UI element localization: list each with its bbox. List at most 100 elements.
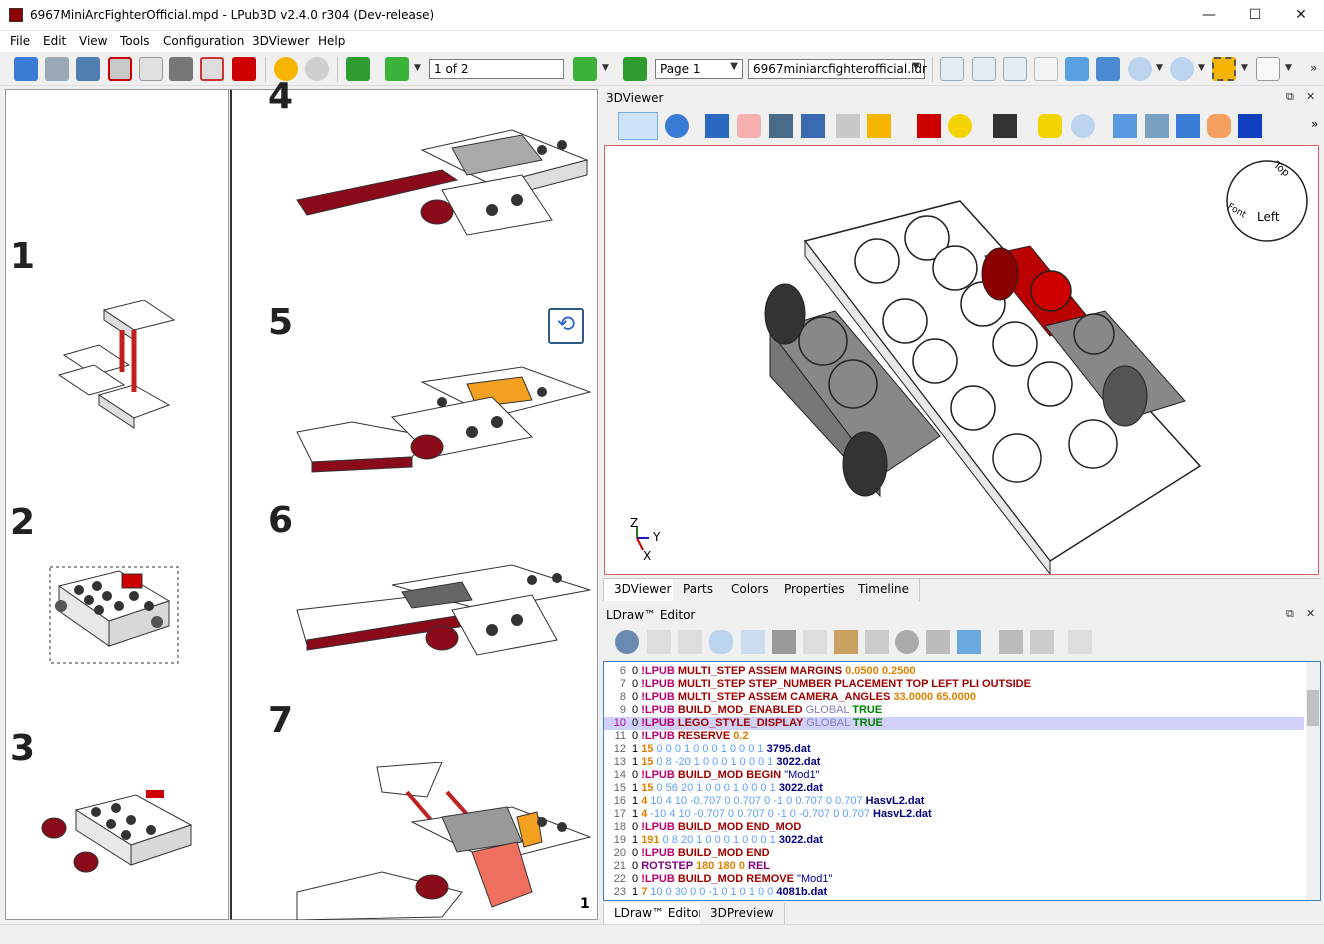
previous-page-icon[interactable] (385, 57, 409, 81)
tab-ldraw-editor[interactable]: LDraw™ Editor (603, 903, 715, 925)
insert-part-icon[interactable] (836, 114, 860, 138)
toolbar-overflow-icon[interactable]: » (1310, 61, 1317, 75)
copy-icon[interactable] (803, 630, 827, 654)
tab-3dviewer[interactable]: 3DViewer (603, 579, 683, 601)
first-page-icon[interactable] (346, 57, 370, 81)
eraser-icon[interactable] (737, 114, 761, 138)
pan-hand-icon[interactable] (1207, 114, 1231, 138)
editor-scrollbar-thumb[interactable] (1307, 690, 1319, 726)
orbit-icon[interactable] (1176, 114, 1200, 138)
close-button[interactable]: ✕ (1278, 0, 1324, 31)
select-tool-icon[interactable] (618, 112, 658, 140)
ruler-icon[interactable] (1256, 57, 1280, 81)
comment-icon[interactable] (709, 630, 733, 654)
step-5-assembly-image[interactable] (292, 362, 592, 492)
export-png-icon[interactable] (200, 57, 224, 81)
zoom-icon[interactable] (1071, 114, 1095, 138)
tab-colors[interactable]: Colors (721, 579, 780, 601)
tab-timeline[interactable]: Timeline (848, 579, 921, 601)
file-combo[interactable]: 6967miniarcfighterofficial.ldr ▼ (748, 59, 927, 79)
code-line[interactable]: 90 !LPUB BUILD_MOD_ENABLED GLOBAL TRUE (604, 704, 1304, 717)
part-icon[interactable] (1068, 630, 1092, 654)
camera-icon[interactable] (993, 114, 1017, 138)
open-icon[interactable] (14, 57, 38, 81)
fit-visible-icon[interactable] (972, 57, 996, 81)
remove-icon[interactable] (926, 630, 950, 654)
fit-view-icon[interactable] (1038, 114, 1062, 138)
rotate-icon[interactable]: ⟲ (548, 308, 584, 344)
menu-tools[interactable]: Tools (120, 34, 150, 48)
fit-scene-icon[interactable] (1003, 57, 1027, 81)
menu-3dviewer[interactable]: 3DViewer (252, 34, 309, 48)
close-icon[interactable]: ✕ (1306, 90, 1315, 103)
download-icon[interactable] (678, 630, 702, 654)
chevron-down-icon[interactable]: ▼ (1198, 63, 1205, 73)
code-line[interactable]: 11 0 !LPUB RESERVE 0.2 (604, 730, 1304, 743)
step-6-assembly-image[interactable] (292, 550, 592, 670)
code-line[interactable]: 16 1 4 10 4 10 -0.707 0 0.707 0 -1 0 0.70… (604, 795, 1304, 808)
refresh-icon[interactable] (957, 630, 981, 654)
save-icon[interactable] (45, 57, 69, 81)
disable-icon[interactable] (895, 630, 919, 654)
step-2-assembly-image[interactable] (49, 566, 181, 666)
fit-width-icon[interactable] (940, 57, 964, 81)
find-icon[interactable] (865, 630, 889, 654)
preview-icon[interactable] (1030, 630, 1054, 654)
step-number[interactable]: 3 (10, 728, 35, 769)
light-icon[interactable] (948, 114, 972, 138)
code-line[interactable]: 21 0 ROTSTEP 180 180 0 REL (604, 860, 1304, 873)
print-icon[interactable] (169, 57, 193, 81)
export-pdf-icon[interactable] (232, 57, 256, 81)
chevron-down-icon[interactable]: ▼ (602, 63, 609, 73)
menu-configuration[interactable]: Configuration (163, 34, 244, 48)
step-number[interactable]: 1 (10, 236, 35, 277)
page-view-icon[interactable] (1096, 57, 1120, 81)
page-number-input[interactable] (429, 59, 564, 79)
rotate-view-icon[interactable] (665, 114, 689, 138)
3d-model-render[interactable]: Top Left Font Z Y X (605, 146, 1318, 576)
brick-icon[interactable] (917, 114, 941, 138)
zoom-out-icon[interactable] (1170, 57, 1194, 81)
minimize-button[interactable]: — (1186, 0, 1232, 31)
code-line[interactable]: 14 0 !LPUB BUILD_MOD BEGIN "Mod1" (604, 769, 1304, 782)
move-icon[interactable] (705, 114, 729, 138)
menu-view[interactable]: View (79, 34, 107, 48)
code-line[interactable]: 12 1 15 0 0 0 1 0 0 0 1 0 0 0 1 3795.dat (604, 743, 1304, 756)
menu-file[interactable]: File (10, 34, 30, 48)
zoom-extents-icon[interactable] (1145, 114, 1169, 138)
close-icon[interactable]: ✕ (1306, 607, 1315, 620)
tab-parts[interactable]: Parts (673, 579, 724, 601)
code-line[interactable]: 80 !LPUB MULTI_STEP ASSEM CAMERA_ANGLES … (604, 691, 1304, 704)
measure-icon[interactable] (867, 114, 891, 138)
upload-icon[interactable] (647, 630, 671, 654)
code-line[interactable]: 18 0 !LPUB BUILD_MOD END_MOD (604, 821, 1304, 834)
redo-icon[interactable] (305, 57, 329, 81)
chevron-down-icon[interactable]: ▼ (1241, 63, 1248, 73)
step-number[interactable]: 5 (268, 302, 293, 343)
scene-guides-icon[interactable] (1212, 57, 1236, 81)
float-icon[interactable]: ⧉ (1286, 607, 1294, 621)
print-preview-icon[interactable] (139, 57, 163, 81)
preferences-icon[interactable] (615, 630, 639, 654)
actual-size-icon[interactable] (1034, 57, 1058, 81)
code-line[interactable]: 17 1 4 -10 4 10 -0.707 0 0.707 0 -1 0 -0.… (604, 808, 1304, 821)
step-3-assembly-image[interactable] (36, 790, 196, 890)
toolbar-overflow-icon[interactable]: » (1311, 117, 1318, 131)
menu-edit[interactable]: Edit (43, 34, 66, 48)
code-line[interactable]: 20 0 !LPUB BUILD_MOD END (604, 847, 1304, 860)
step-7-assembly-image[interactable] (292, 762, 592, 920)
paste-icon[interactable] (834, 630, 858, 654)
step-number[interactable]: 6 (268, 500, 293, 541)
code-line[interactable]: 19 1 191 0 8 20 1 0 0 0 1 0 0 0 1 3022.da… (604, 834, 1304, 847)
step-1-assembly-image[interactable] (54, 300, 184, 440)
code-line[interactable]: 10 0 !LPUB LEGO_STYLE_DISPLAY GLOBAL TRUE (604, 717, 1304, 730)
code-line[interactable]: 60 !LPUB MULTI_STEP ASSEM MARGINS 0.0500… (604, 665, 1304, 678)
view-cube-icon[interactable] (1238, 114, 1262, 138)
step-number[interactable]: 7 (268, 700, 293, 741)
step-number[interactable]: 2 (10, 502, 35, 543)
viewsphere-widget[interactable] (1226, 160, 1308, 242)
code-line[interactable]: 13 1 15 0 8 -20 1 0 0 0 1 0 0 0 1 3022.da… (604, 756, 1304, 769)
code-line[interactable]: 22 0 !LPUB BUILD_MOD REMOVE "Mod1" (604, 873, 1304, 886)
menu-help[interactable]: Help (318, 34, 345, 48)
maximize-button[interactable]: ☐ (1232, 0, 1278, 31)
